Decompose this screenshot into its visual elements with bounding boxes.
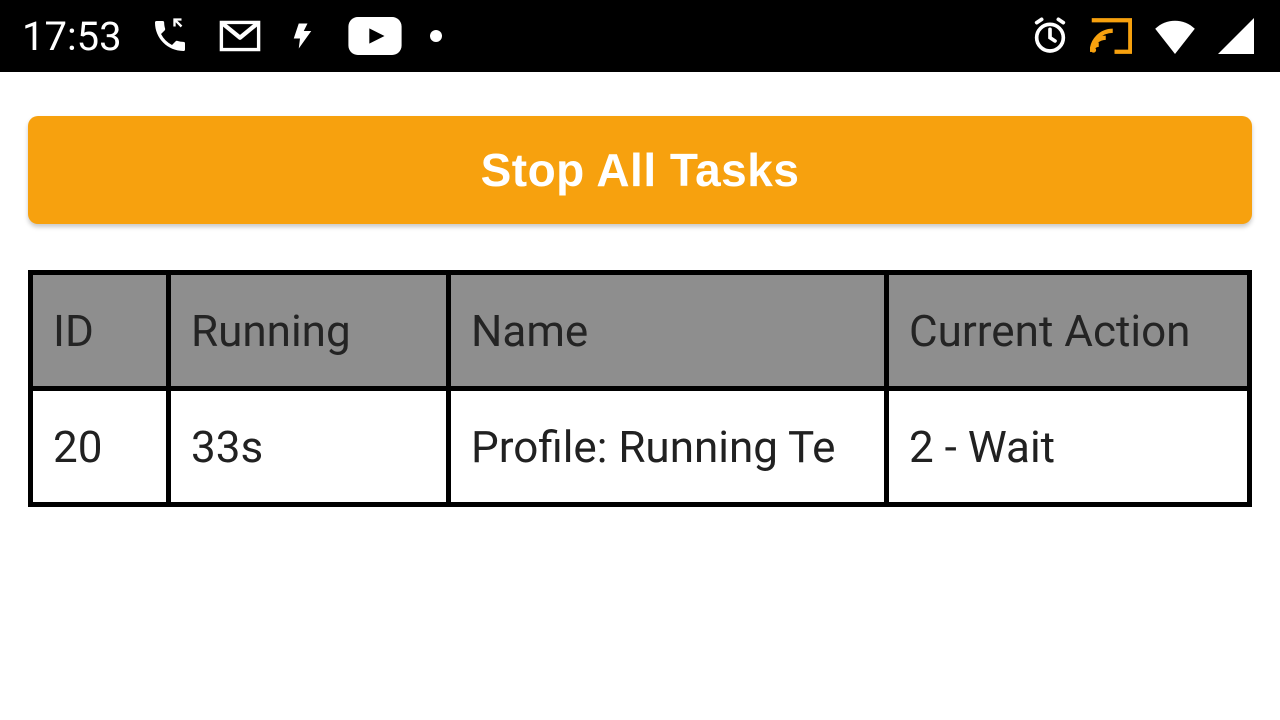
cell-signal-icon: [1218, 18, 1254, 54]
table-header-row: ID Running Name Current Action: [31, 273, 1250, 389]
missed-call-icon: [150, 16, 190, 56]
col-header-running: Running: [169, 273, 449, 389]
wifi-icon: [1152, 18, 1198, 54]
status-bar-right: [1030, 16, 1254, 56]
more-notifications-dot: [430, 30, 442, 42]
bolt-icon: [290, 16, 320, 56]
stop-all-tasks-button[interactable]: Stop All Tasks: [28, 116, 1252, 224]
col-header-id: ID: [31, 273, 169, 389]
android-status-bar: 17:53: [0, 0, 1280, 72]
col-header-name: Name: [449, 273, 887, 389]
status-bar-left: 17:53: [22, 13, 442, 60]
status-time: 17:53: [22, 13, 122, 60]
youtube-icon: [348, 17, 402, 55]
cell-id: 20: [31, 389, 169, 505]
app-content: Stop All Tasks ID Running Name Current A…: [0, 72, 1280, 507]
cast-icon: [1090, 18, 1132, 54]
cell-name: Profile: Running Te: [449, 389, 887, 505]
col-header-action: Current Action: [887, 273, 1250, 389]
cell-action: 2 - Wait: [887, 389, 1250, 505]
alarm-icon: [1030, 16, 1070, 56]
cell-running: 33s: [169, 389, 449, 505]
tasks-table: ID Running Name Current Action 20 33s Pr…: [28, 270, 1252, 507]
table-row[interactable]: 20 33s Profile: Running Te 2 - Wait: [31, 389, 1250, 505]
gmail-icon: [218, 19, 262, 53]
